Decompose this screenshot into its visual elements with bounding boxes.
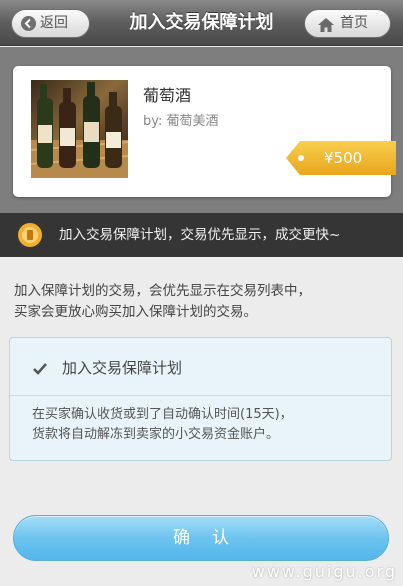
product-name: 葡萄酒 — [143, 86, 192, 105]
description-line-2: 买家会更放心购买加入保障计划的交易。 — [14, 304, 257, 320]
confirm-button[interactable]: 确认 — [13, 515, 389, 561]
plan-option-box: 加入交易保障计划 在买家确认收货或到了自动确认时间(15天)， 货款将自动解冻到… — [9, 337, 392, 461]
option-detail-line-1: 在买家确认收货或到了自动确认时间(15天)， — [32, 407, 293, 422]
banner-text: 加入交易保障计划，交易优先显示，成交更快~ — [59, 227, 341, 243]
plan-option-label: 加入交易保障计划 — [62, 359, 183, 377]
product-section: 葡萄酒 by: 葡萄美酒 ¥500 — [0, 47, 403, 213]
home-icon — [317, 16, 335, 43]
price-tag: ¥500 — [286, 141, 396, 175]
badge-icon — [17, 222, 43, 252]
product-image — [31, 80, 128, 178]
plan-option-detail: 在买家确认收货或到了自动确认时间(15天)， 货款将自动解冻到卖家的小交易资金账… — [32, 405, 382, 445]
nav-bar: 返回 加入交易保障计划 首页 — [0, 0, 403, 46]
site-watermark: www.guigu.org — [251, 562, 397, 581]
option-detail-line-2: 货款将自动解冻到卖家的小交易资金账户。 — [32, 427, 280, 442]
checkmark-icon — [32, 361, 48, 380]
price-value: ¥500 — [324, 149, 363, 167]
home-button[interactable]: 首页 — [304, 9, 391, 38]
promo-banner: 加入交易保障计划，交易优先显示，成交更快~ — [0, 213, 403, 257]
description-line-1: 加入保障计划的交易，会优先显示在交易列表中， — [14, 283, 311, 299]
product-seller: by: 葡萄美酒 — [143, 114, 219, 129]
plan-description: 加入保障计划的交易，会优先显示在交易列表中， 买家会更放心购买加入保障计划的交易… — [14, 281, 394, 323]
product-card: 葡萄酒 by: 葡萄美酒 ¥500 — [13, 66, 396, 197]
plan-option-checkbox[interactable]: 加入交易保障计划 — [10, 338, 391, 396]
home-button-label: 首页 — [340, 15, 368, 31]
